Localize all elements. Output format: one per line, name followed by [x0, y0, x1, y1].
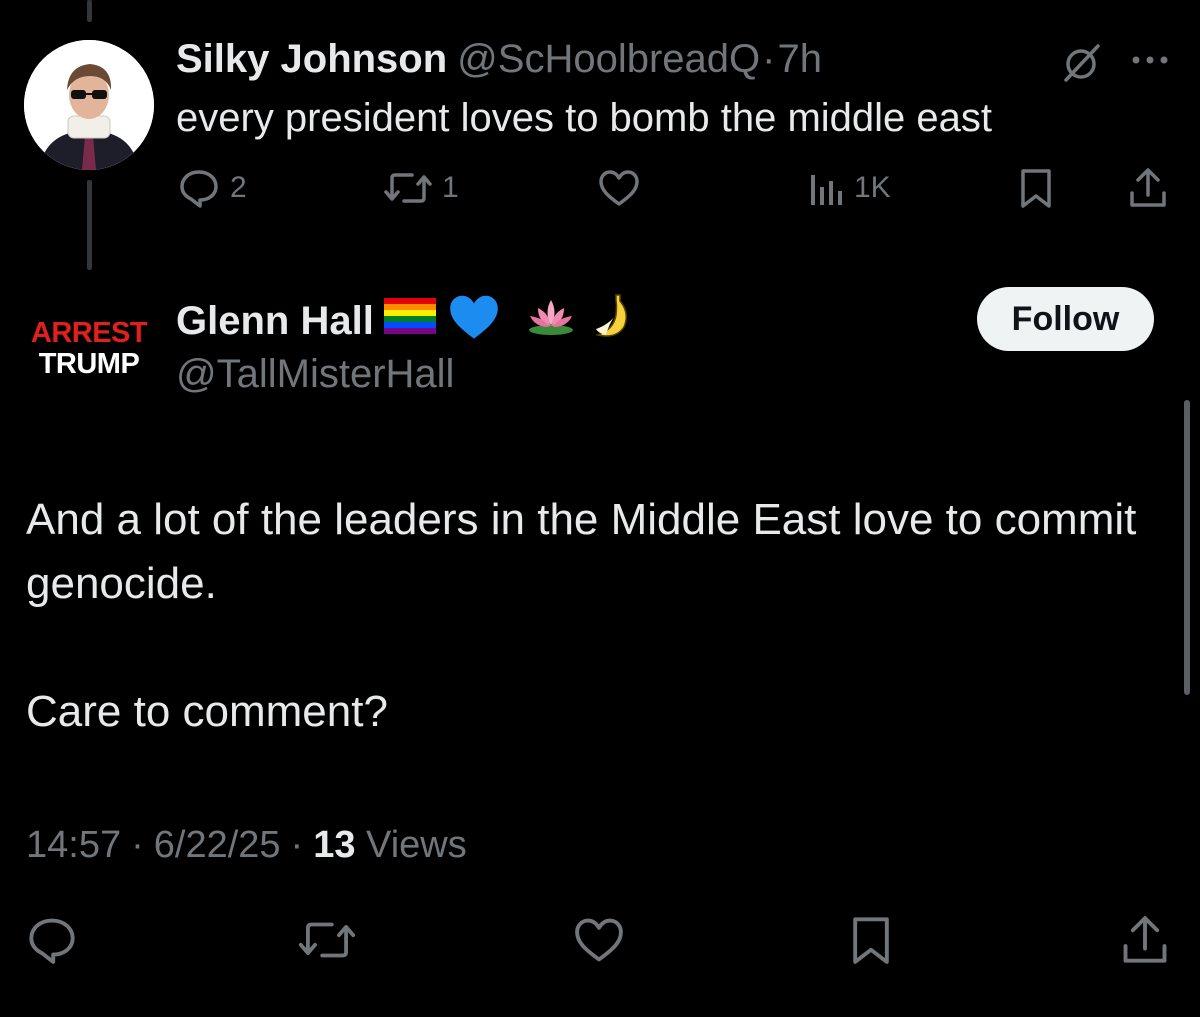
- separator-dot: ·: [131, 823, 144, 866]
- reply-button[interactable]: 2: [176, 162, 247, 214]
- separator-dot: ·: [290, 823, 304, 866]
- grok-icon[interactable]: [1060, 40, 1104, 84]
- retweet-icon: [384, 173, 432, 203]
- thread-line: [87, 180, 92, 270]
- share-button[interactable]: [1126, 162, 1170, 214]
- user-handle[interactable]: @ScHoolbreadQ: [457, 37, 760, 82]
- retweet-button[interactable]: [296, 914, 358, 966]
- reply-icon: [180, 170, 218, 208]
- tweet-time[interactable]: 14:57: [26, 824, 121, 867]
- reply-icon: [29, 918, 75, 964]
- tweet-meta: 14:57 · 6/22/25 · 13 Views: [26, 820, 467, 870]
- tweet-date[interactable]: 6/22/25: [154, 824, 281, 867]
- views-label: Views: [366, 823, 467, 866]
- display-name[interactable]: Silky Johnson: [176, 37, 447, 82]
- like-button[interactable]: [596, 162, 650, 214]
- rainbow-flag-icon: [383, 298, 436, 344]
- tweet-paragraph: And a lot of the leaders in the Middle E…: [26, 495, 1137, 608]
- blue-heart-icon: [446, 291, 502, 351]
- reply-button[interactable]: [24, 914, 80, 966]
- lotus-icon: [526, 296, 576, 346]
- display-name[interactable]: Glenn Hall: [176, 299, 374, 344]
- tweet-body: And a lot of the leaders in the Middle E…: [26, 488, 1156, 744]
- avatar[interactable]: ARREST TRUMP: [24, 314, 154, 384]
- avatar-text-line: TRUMP: [38, 348, 140, 380]
- tweet-time[interactable]: 7h: [777, 37, 822, 82]
- retweet-button[interactable]: 1: [382, 162, 459, 214]
- more-options-icon[interactable]: [1128, 48, 1172, 72]
- tweet-text: every president loves to bomb the middle…: [176, 96, 992, 140]
- banana-icon: [586, 291, 636, 351]
- avatar-man-sunglasses-icon: [24, 40, 154, 170]
- bookmark-icon: [1021, 169, 1051, 208]
- scrollbar[interactable]: [1184, 400, 1190, 695]
- bookmark-icon: [853, 917, 889, 964]
- analytics-icon: [811, 175, 842, 205]
- avatar-text-line: ARREST: [30, 317, 148, 349]
- user-handle[interactable]: @TallMisterHall: [176, 352, 454, 397]
- thread-line: [87, 0, 92, 22]
- follow-button[interactable]: Follow: [977, 287, 1154, 351]
- retweet-count: 1: [442, 171, 459, 204]
- heart-icon: [599, 170, 639, 206]
- tweet-header: Silky Johnson @ScHoolbreadQ · 7h: [176, 36, 822, 82]
- separator-dot: ·: [762, 36, 776, 81]
- heart-icon: [575, 918, 623, 962]
- tweet-header: Glenn Hall: [176, 294, 636, 348]
- like-button[interactable]: [570, 914, 628, 966]
- share-icon: [1123, 916, 1167, 963]
- views-button[interactable]: 1K: [806, 162, 891, 214]
- share-button[interactable]: [1118, 914, 1172, 966]
- bookmark-button[interactable]: [846, 914, 896, 966]
- retweet-icon: [298, 922, 356, 958]
- reply-count: 2: [230, 171, 247, 204]
- share-icon: [1130, 168, 1166, 207]
- views-count: 13: [313, 823, 356, 866]
- views-count: 1K: [854, 171, 891, 204]
- avatar[interactable]: [24, 40, 154, 170]
- tweet-action-bar: [0, 910, 1200, 970]
- tweet-paragraph: Care to comment?: [26, 687, 388, 736]
- bookmark-button[interactable]: [1016, 162, 1056, 214]
- tweet-action-bar: 2 1 1K: [176, 162, 1176, 214]
